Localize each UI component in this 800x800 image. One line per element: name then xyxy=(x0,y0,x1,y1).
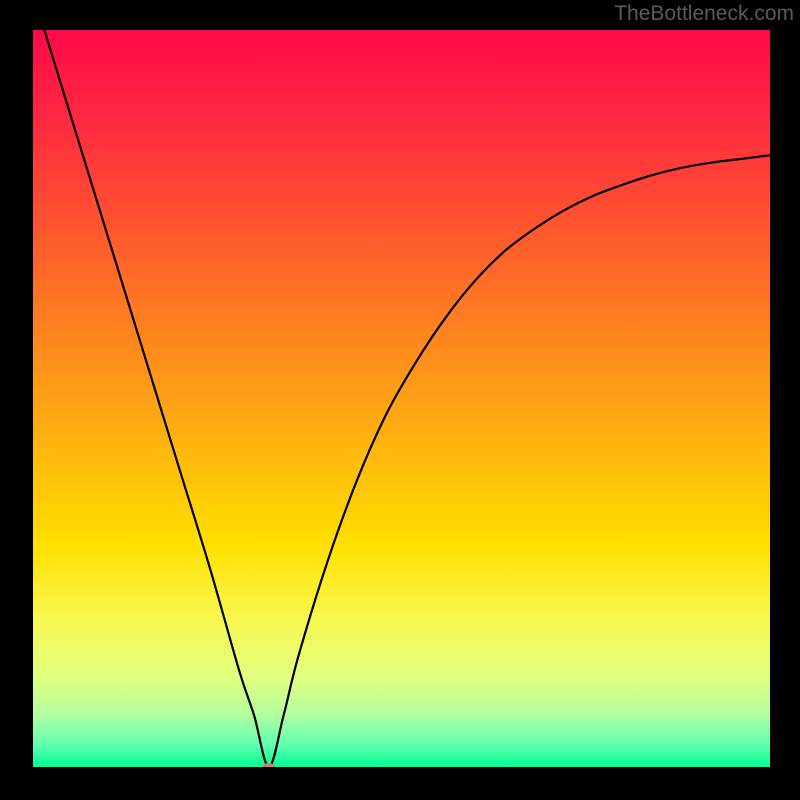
chart-svg xyxy=(0,0,800,800)
plot-background xyxy=(33,30,770,767)
watermark-text: TheBottleneck.com xyxy=(614,2,794,26)
chart-container: TheBottleneck.com xyxy=(0,0,800,800)
